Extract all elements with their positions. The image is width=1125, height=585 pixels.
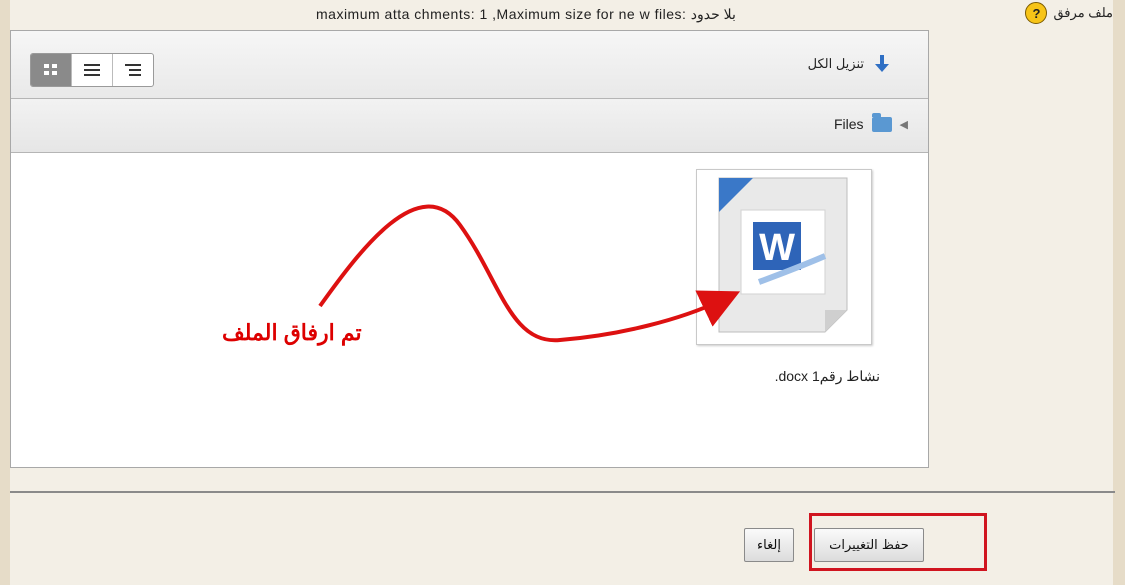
form-divider	[10, 491, 1115, 493]
save-highlight-box	[809, 513, 987, 571]
annotation-text: تم ارفاق الملف	[222, 320, 362, 345]
cancel-button[interactable]: إلغاء	[744, 528, 794, 562]
annotation-arrow	[318, 204, 741, 343]
